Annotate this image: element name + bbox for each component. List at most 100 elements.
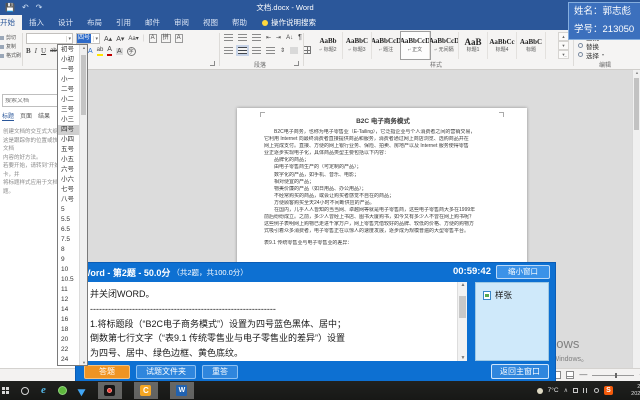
change-case-button[interactable]: Aa▾ [128,35,138,42]
font-size-option[interactable]: 12 [58,295,80,305]
underline-button[interactable]: U [41,47,46,55]
cortana-icon[interactable] [21,387,29,395]
ribbon-tab[interactable]: 帮助 [225,15,254,30]
font-size-option[interactable]: 小五 [58,155,80,165]
scrollbar-thumb[interactable] [81,55,86,115]
font-size-option[interactable]: 小二 [58,95,80,105]
font-size-option[interactable]: 七号 [58,185,80,195]
font-size-option[interactable]: 20 [58,335,80,345]
attachment-item[interactable]: 样张 [483,289,548,301]
taskbar-clock[interactable]: 22:1 2021/1 [618,384,640,397]
nav-search-input[interactable] [3,98,55,104]
ribbon-tab[interactable]: 引用 [109,15,138,30]
weather-icon[interactable] [537,388,543,394]
undo-icon[interactable]: ↶ [22,1,29,14]
ribbon-tab[interactable]: 开始 [0,15,22,30]
multilevel-list-button[interactable] [252,34,261,41]
ribbon-tab[interactable]: 审阅 [167,15,196,30]
font-size-option[interactable]: 6.5 [58,225,80,235]
font-size-option[interactable]: 16 [58,315,80,325]
borders-button[interactable] [303,46,311,54]
pilcrow-button[interactable]: ¶ [298,34,302,41]
launcher-arrow-icon[interactable] [77,385,87,395]
font-size-option[interactable]: 7.5 [58,235,80,245]
scrollbar-thumb[interactable] [459,296,466,318]
font-size-option[interactable]: 一号 [58,65,80,75]
align-left-button[interactable] [224,47,233,54]
style-entry[interactable]: AaBb 标题2 [314,32,343,59]
justify-button[interactable] [266,47,275,54]
clear-format-button[interactable]: A [149,34,157,43]
font-size-option[interactable]: 小六 [58,175,80,185]
gallery-more-button[interactable]: ▼̲ [558,50,569,59]
font-size-option[interactable]: 八号 [58,195,80,205]
style-entry[interactable]: AaB 标题1 [459,32,488,59]
style-entry[interactable]: AaBbCcD 题注 [372,32,401,59]
font-size-option[interactable]: 初号 [58,45,80,55]
internet-explorer-icon[interactable]: e [41,385,46,396]
decrease-indent-button[interactable]: ⇤ [266,34,271,41]
taskbar-app-word[interactable]: W [170,382,194,399]
scroll-down-icon[interactable]: ▼ [80,360,88,365]
style-entry[interactable]: AaBbC 标题3 [343,32,372,59]
tray-expand-icon[interactable]: ∧ [564,387,568,394]
tray-icon[interactable] [573,388,578,393]
ribbon-tab[interactable]: 布局 [80,15,109,30]
font-size-combobox[interactable]: 四号 ▾ [76,33,100,44]
font-size-option[interactable]: 二号 [58,85,80,95]
scroll-up-icon[interactable]: ▲ [80,45,88,50]
clipboard-item[interactable]: 剪切 [0,33,21,42]
scroll-up-icon[interactable]: ▲ [633,70,640,75]
clipboard-item[interactable]: 格式刷 [0,51,21,60]
weather-temp[interactable]: 7°C [548,387,559,394]
character-shading-button[interactable]: A [116,48,123,55]
font-size-option[interactable]: 五号 [58,145,80,155]
shrink-font-button[interactable]: A▾ [116,35,124,43]
style-entry[interactable]: AaBbCc 标题4 [488,32,517,59]
font-size-option[interactable]: 三号 [58,105,80,115]
taskbar-app-c[interactable]: C [134,382,158,399]
highlight-color-button[interactable]: ab [97,46,104,56]
ribbon-tab[interactable]: 设计 [51,15,80,30]
zoom-out-button[interactable]: — [579,371,587,379]
bold-button[interactable]: B [26,47,31,55]
nav-tab[interactable]: 标题 [2,111,14,121]
document-scrollbar[interactable]: ▲ [632,70,640,368]
clipboard-item[interactable]: 复制 [0,42,21,51]
grow-font-button[interactable]: A▴ [104,35,112,43]
exam-text-scrollbar[interactable]: ▲ ▼ [457,282,467,361]
font-size-option[interactable]: 14 [58,305,80,315]
style-entry[interactable]: AaBbC 标题 [517,32,546,59]
ribbon-tab[interactable]: 视图 [196,15,225,30]
nav-tab[interactable]: 页面 [20,111,32,121]
zoom-slider[interactable] [592,375,634,376]
font-size-option[interactable]: 18 [58,325,80,335]
nav-tab[interactable]: 结果 [38,111,50,121]
start-button-icon[interactable] [2,387,9,394]
style-entry[interactable]: AaBbCcD 无间隔 [430,32,459,59]
exam-panel-header[interactable]: Word - 第2题 - 50.0分 （共2题，共100.0分） 00:59:4… [76,263,555,281]
font-size-option[interactable]: 9 [58,255,80,265]
font-size-option[interactable]: 小一 [58,75,80,85]
font-size-option[interactable]: 六号 [58,165,80,175]
line-spacing-button[interactable]: ⇕ [280,47,285,54]
font-size-option[interactable]: 小四 [58,135,80,145]
save-icon[interactable]: 💾 [5,1,15,14]
ribbon-tab[interactable]: 插入 [22,15,51,30]
font-size-option[interactable]: 5 [58,205,80,215]
scrollbar-thumb[interactable] [634,78,639,130]
taskbar-app-recorder[interactable] [98,382,122,399]
word-titlebar[interactable]: 💾 ↶ ↷ 文档.docx - Word [0,0,640,15]
font-size-option[interactable]: 22 [58,345,80,355]
font-name-combobox[interactable]: ▾ [26,33,73,44]
font-color-button[interactable]: A [107,46,112,56]
font-size-option[interactable]: 10.5 [58,275,80,285]
zoom-slider-thumb[interactable] [615,373,617,378]
numbering-button[interactable] [238,34,247,41]
font-size-option[interactable]: 8 [58,245,80,255]
gallery-scroll-down[interactable]: ▼ [558,41,569,50]
web-layout-button[interactable] [566,371,574,379]
paragraph-dialog-launcher[interactable] [294,61,299,66]
font-size-option[interactable]: 5.5 [58,215,80,225]
editing-item[interactable]: 选择 [578,50,634,59]
